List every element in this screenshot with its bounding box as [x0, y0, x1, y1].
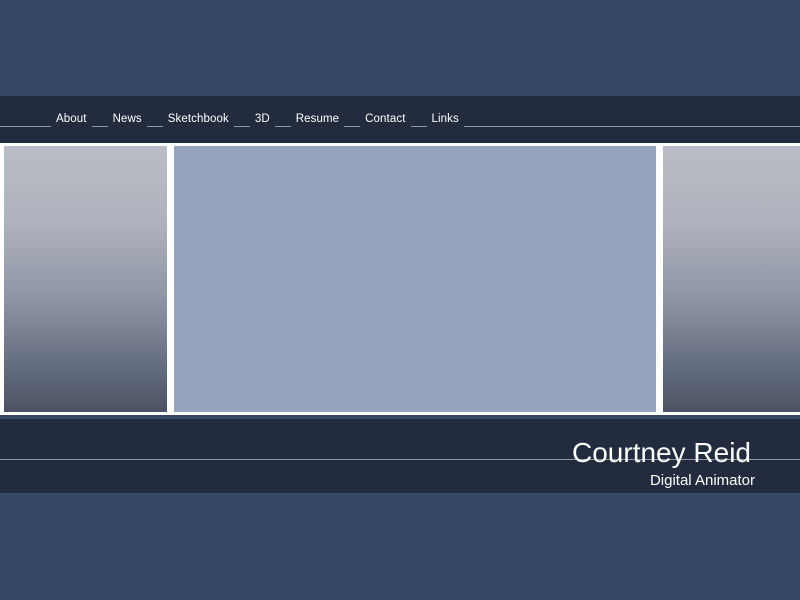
- nav-item-about[interactable]: About: [51, 110, 92, 129]
- gallery-panel-divider-left: [167, 146, 174, 412]
- site-owner-name: Courtney Reid: [572, 437, 751, 468]
- site-owner-role: Digital Animator: [649, 472, 755, 489]
- identity-band: Courtney Reid Digital Animator: [0, 419, 800, 493]
- nav-item-sketchbook[interactable]: Sketchbook: [162, 110, 234, 129]
- nav-item-3d[interactable]: 3D: [249, 110, 275, 129]
- page-background-fill: [0, 493, 800, 600]
- page-root: About News Sketchbook 3D Resume Contact …: [0, 0, 800, 600]
- nav-item-contact[interactable]: Contact: [360, 110, 411, 129]
- gallery-strip: [0, 143, 800, 415]
- gallery-panel-divider-right: [656, 146, 663, 412]
- top-banner-band: [0, 0, 800, 96]
- gallery-panel-left[interactable]: [4, 146, 167, 412]
- identity-block: Courtney Reid Digital Animator: [568, 419, 755, 489]
- gallery-panel-right[interactable]: [663, 146, 800, 412]
- nav-item-links[interactable]: Links: [426, 110, 464, 129]
- nav-item-resume[interactable]: Resume: [290, 110, 345, 129]
- nav-item-list: About News Sketchbook 3D Resume Contact …: [0, 96, 800, 143]
- main-navigation: About News Sketchbook 3D Resume Contact …: [0, 96, 800, 143]
- gallery-panel-center[interactable]: [174, 146, 656, 412]
- nav-item-news[interactable]: News: [107, 110, 147, 129]
